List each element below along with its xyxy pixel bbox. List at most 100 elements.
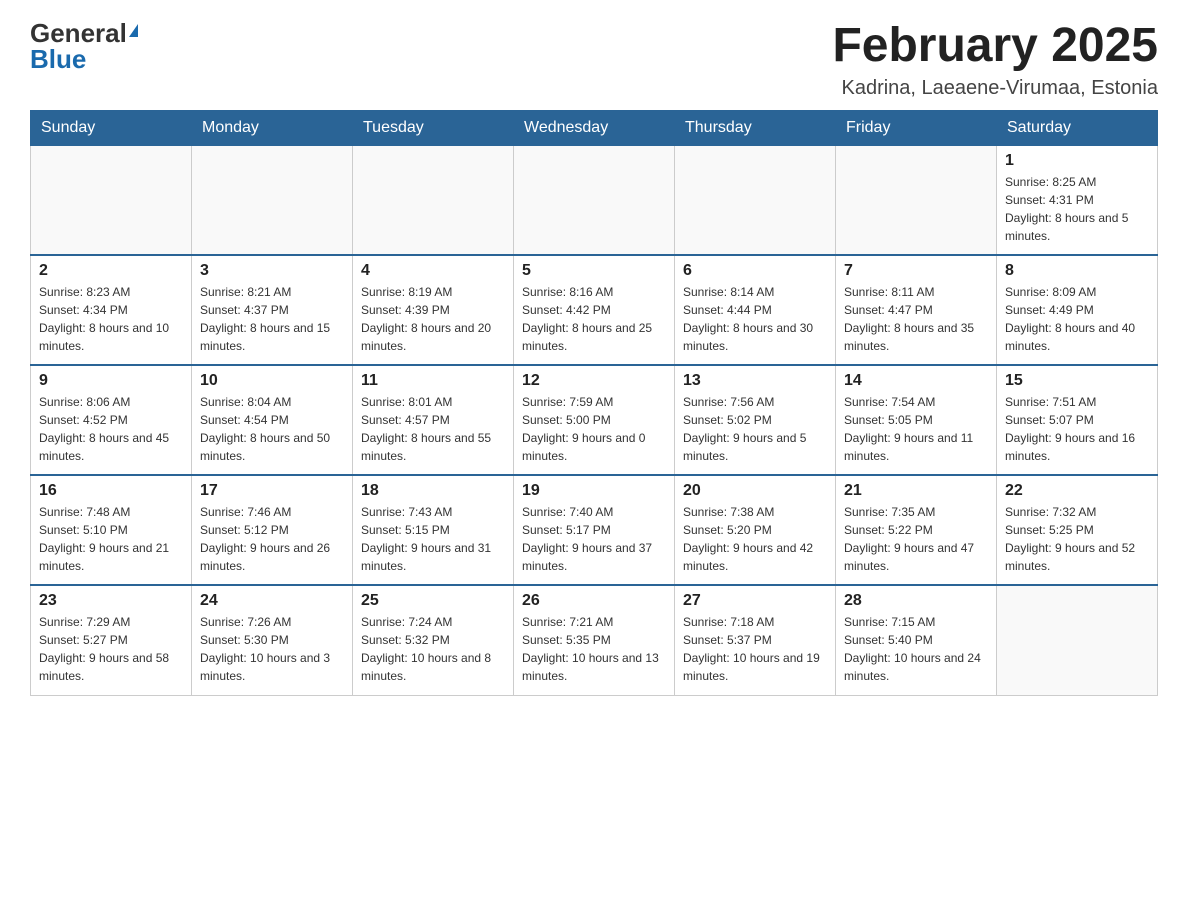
day-info-14: Sunrise: 7:54 AMSunset: 5:05 PMDaylight:… xyxy=(844,393,988,465)
header-saturday: Saturday xyxy=(997,110,1158,145)
day-number-12: 12 xyxy=(522,372,666,390)
day-info-12: Sunrise: 7:59 AMSunset: 5:00 PMDaylight:… xyxy=(522,393,666,465)
calendar-cell-week3-day3: 11 Sunrise: 8:01 AMSunset: 4:57 PMDayligh… xyxy=(353,365,514,475)
logo: General Blue xyxy=(30,20,138,72)
day-info-9: Sunrise: 8:06 AMSunset: 4:52 PMDaylight:… xyxy=(39,393,183,465)
day-info-28: Sunrise: 7:15 AMSunset: 5:40 PMDaylight:… xyxy=(844,613,988,685)
day-number-18: 18 xyxy=(361,482,505,500)
calendar-table: SundayMondayTuesdayWednesdayThursdayFrid… xyxy=(30,110,1158,696)
calendar-cell-week1-day3 xyxy=(353,145,514,255)
calendar-subtitle: Kadrina, Laeaene-Virumaa, Estonia xyxy=(832,77,1158,100)
calendar-cell-week3-day1: 9Sunrise: 8:06 AMSunset: 4:52 PMDaylight… xyxy=(31,365,192,475)
day-info-15: Sunrise: 7:51 AMSunset: 5:07 PMDaylight:… xyxy=(1005,393,1149,465)
calendar-title: February 2025 xyxy=(832,20,1158,73)
logo-blue: Blue xyxy=(30,46,86,72)
header-monday: Monday xyxy=(192,110,353,145)
calendar-cell-week2-day2: 3 Sunrise: 8:21 AMSunset: 4:37 PMDaylight… xyxy=(192,255,353,365)
calendar-cell-week4-day7: 22 Sunrise: 7:32 AMSunset: 5:25 PMDayligh… xyxy=(997,475,1158,585)
calendar-cell-week1-day7: 1 Sunrise: 8:25 AMSunset: 4:31 PMDaylight… xyxy=(997,145,1158,255)
calendar-cell-week3-day4: 12 Sunrise: 7:59 AMSunset: 5:00 PMDayligh… xyxy=(514,365,675,475)
day-info-19: Sunrise: 7:40 AMSunset: 5:17 PMDaylight:… xyxy=(522,503,666,575)
day-info-8: Sunrise: 8:09 AMSunset: 4:49 PMDaylight:… xyxy=(1005,283,1149,355)
day-number-20: 20 xyxy=(683,482,827,500)
title-block: February 2025 Kadrina, Laeaene-Virumaa, … xyxy=(832,20,1158,100)
calendar-cell-week4-day6: 21 Sunrise: 7:35 AMSunset: 5:22 PMDayligh… xyxy=(836,475,997,585)
day-info-11: Sunrise: 8:01 AMSunset: 4:57 PMDaylight:… xyxy=(361,393,505,465)
logo-triangle-icon xyxy=(129,24,138,37)
calendar-cell-week2-day7: 8 Sunrise: 8:09 AMSunset: 4:49 PMDaylight… xyxy=(997,255,1158,365)
calendar-cell-week5-day2: 24 Sunrise: 7:26 AMSunset: 5:30 PMDayligh… xyxy=(192,585,353,695)
day-number-15: 15 xyxy=(1005,372,1149,390)
calendar-cell-week1-day4 xyxy=(514,145,675,255)
day-info-27: Sunrise: 7:18 AMSunset: 5:37 PMDaylight:… xyxy=(683,613,827,685)
calendar-cell-week2-day4: 5 Sunrise: 8:16 AMSunset: 4:42 PMDaylight… xyxy=(514,255,675,365)
calendar-cell-week1-day2 xyxy=(192,145,353,255)
day-number-6: 6 xyxy=(683,262,827,280)
day-number-19: 19 xyxy=(522,482,666,500)
calendar-cell-week4-day3: 18 Sunrise: 7:43 AMSunset: 5:15 PMDayligh… xyxy=(353,475,514,585)
day-info-1: Sunrise: 8:25 AMSunset: 4:31 PMDaylight:… xyxy=(1005,173,1149,245)
calendar-cell-week2-day6: 7 Sunrise: 8:11 AMSunset: 4:47 PMDaylight… xyxy=(836,255,997,365)
calendar-cell-week5-day7 xyxy=(997,585,1158,695)
calendar-cell-week2-day3: 4 Sunrise: 8:19 AMSunset: 4:39 PMDaylight… xyxy=(353,255,514,365)
header-sunday: Sunday xyxy=(31,110,192,145)
day-info-7: Sunrise: 8:11 AMSunset: 4:47 PMDaylight:… xyxy=(844,283,988,355)
calendar-cell-week4-day5: 20 Sunrise: 7:38 AMSunset: 5:20 PMDayligh… xyxy=(675,475,836,585)
calendar-cell-week5-day1: 23Sunrise: 7:29 AMSunset: 5:27 PMDayligh… xyxy=(31,585,192,695)
calendar-cell-week1-day5 xyxy=(675,145,836,255)
calendar-cell-week3-day6: 14 Sunrise: 7:54 AMSunset: 5:05 PMDayligh… xyxy=(836,365,997,475)
calendar-cell-week2-day5: 6Sunrise: 8:14 AMSunset: 4:44 PMDaylight… xyxy=(675,255,836,365)
day-info-5: Sunrise: 8:16 AMSunset: 4:42 PMDaylight:… xyxy=(522,283,666,355)
header-tuesday: Tuesday xyxy=(353,110,514,145)
day-number-23: 23 xyxy=(39,592,183,610)
day-info-21: Sunrise: 7:35 AMSunset: 5:22 PMDaylight:… xyxy=(844,503,988,575)
day-number-27: 27 xyxy=(683,592,827,610)
day-info-2: Sunrise: 8:23 AMSunset: 4:34 PMDaylight:… xyxy=(39,283,183,355)
calendar-cell-week5-day3: 25Sunrise: 7:24 AMSunset: 5:32 PMDayligh… xyxy=(353,585,514,695)
day-info-24: Sunrise: 7:26 AMSunset: 5:30 PMDaylight:… xyxy=(200,613,344,685)
day-info-13: Sunrise: 7:56 AMSunset: 5:02 PMDaylight:… xyxy=(683,393,827,465)
day-number-14: 14 xyxy=(844,372,988,390)
day-number-24: 24 xyxy=(200,592,344,610)
day-number-5: 5 xyxy=(522,262,666,280)
calendar-cell-week4-day4: 19 Sunrise: 7:40 AMSunset: 5:17 PMDayligh… xyxy=(514,475,675,585)
header-friday: Friday xyxy=(836,110,997,145)
calendar-cell-week5-day6: 28 Sunrise: 7:15 AMSunset: 5:40 PMDayligh… xyxy=(836,585,997,695)
day-info-17: Sunrise: 7:46 AMSunset: 5:12 PMDaylight:… xyxy=(200,503,344,575)
day-number-4: 4 xyxy=(361,262,505,280)
day-number-7: 7 xyxy=(844,262,988,280)
day-number-22: 22 xyxy=(1005,482,1149,500)
day-number-1: 1 xyxy=(1005,152,1149,170)
day-info-4: Sunrise: 8:19 AMSunset: 4:39 PMDaylight:… xyxy=(361,283,505,355)
day-number-26: 26 xyxy=(522,592,666,610)
calendar-cell-week5-day5: 27 Sunrise: 7:18 AMSunset: 5:37 PMDayligh… xyxy=(675,585,836,695)
day-info-3: Sunrise: 8:21 AMSunset: 4:37 PMDaylight:… xyxy=(200,283,344,355)
day-info-25: Sunrise: 7:24 AMSunset: 5:32 PMDaylight:… xyxy=(361,613,505,685)
calendar-cell-week4-day1: 16Sunrise: 7:48 AMSunset: 5:10 PMDayligh… xyxy=(31,475,192,585)
calendar-cell-week3-day2: 10 Sunrise: 8:04 AMSunset: 4:54 PMDayligh… xyxy=(192,365,353,475)
header-thursday: Thursday xyxy=(675,110,836,145)
day-number-11: 11 xyxy=(361,372,505,390)
day-info-22: Sunrise: 7:32 AMSunset: 5:25 PMDaylight:… xyxy=(1005,503,1149,575)
day-info-10: Sunrise: 8:04 AMSunset: 4:54 PMDaylight:… xyxy=(200,393,344,465)
day-number-8: 8 xyxy=(1005,262,1149,280)
day-info-18: Sunrise: 7:43 AMSunset: 5:15 PMDaylight:… xyxy=(361,503,505,575)
header-wednesday: Wednesday xyxy=(514,110,675,145)
calendar-cell-week1-day1 xyxy=(31,145,192,255)
day-info-20: Sunrise: 7:38 AMSunset: 5:20 PMDaylight:… xyxy=(683,503,827,575)
day-number-16: 16 xyxy=(39,482,183,500)
day-number-3: 3 xyxy=(200,262,344,280)
page-header: General Blue February 2025 Kadrina, Laea… xyxy=(30,20,1158,100)
day-number-21: 21 xyxy=(844,482,988,500)
day-number-28: 28 xyxy=(844,592,988,610)
calendar-cell-week3-day7: 15 Sunrise: 7:51 AMSunset: 5:07 PMDayligh… xyxy=(997,365,1158,475)
calendar-cell-week2-day1: 2 Sunrise: 8:23 AMSunset: 4:34 PMDaylight… xyxy=(31,255,192,365)
day-number-10: 10 xyxy=(200,372,344,390)
day-number-13: 13 xyxy=(683,372,827,390)
calendar-cell-week3-day5: 13 Sunrise: 7:56 AMSunset: 5:02 PMDayligh… xyxy=(675,365,836,475)
day-number-2: 2 xyxy=(39,262,183,280)
logo-general: General xyxy=(30,20,127,46)
day-info-26: Sunrise: 7:21 AMSunset: 5:35 PMDaylight:… xyxy=(522,613,666,685)
day-number-17: 17 xyxy=(200,482,344,500)
calendar-cell-week5-day4: 26 Sunrise: 7:21 AMSunset: 5:35 PMDayligh… xyxy=(514,585,675,695)
